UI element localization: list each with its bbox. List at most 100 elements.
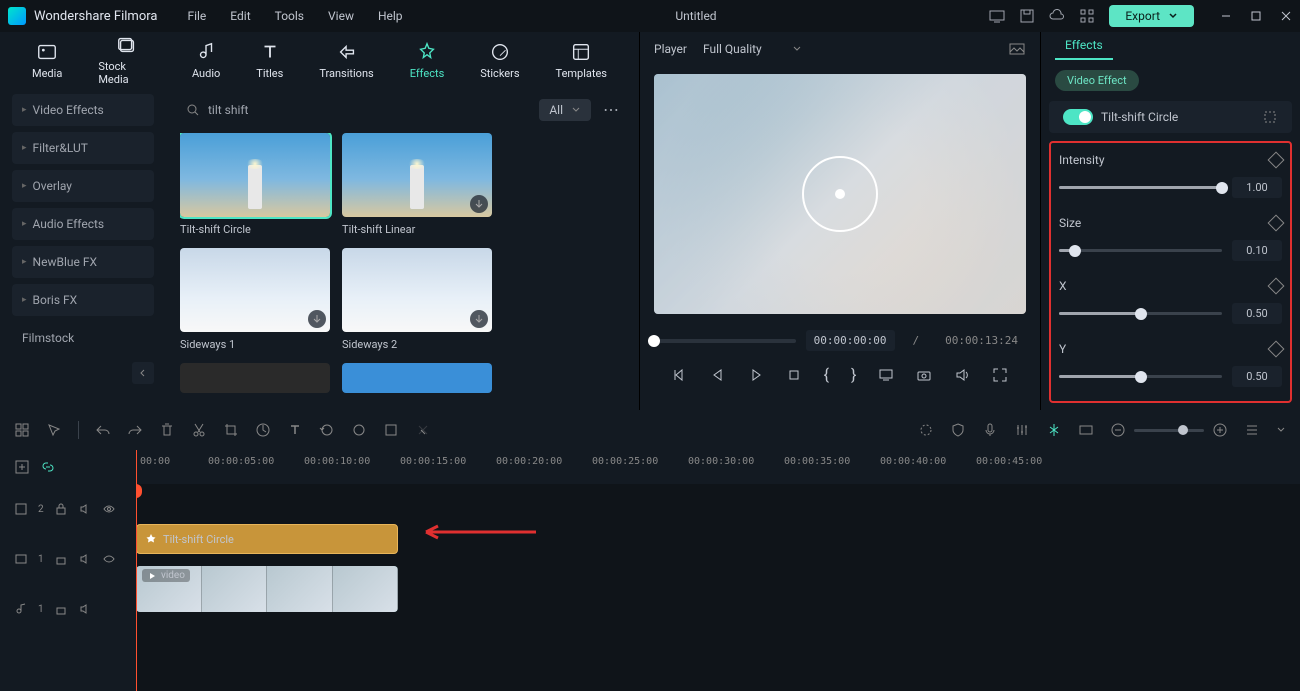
effect-tilt-shift-linear[interactable]: Tilt-shift Linear bbox=[342, 133, 492, 236]
apps-icon[interactable] bbox=[1079, 8, 1095, 24]
keyframe-x-button[interactable] bbox=[1268, 278, 1285, 295]
play-icon[interactable] bbox=[748, 367, 764, 383]
more-tools-icon[interactable] bbox=[415, 422, 431, 438]
tab-effects[interactable]: Effects bbox=[392, 41, 463, 80]
split-icon[interactable] bbox=[1046, 422, 1062, 438]
tab-templates[interactable]: Templates bbox=[538, 41, 625, 80]
effect-tilt-shift-circle[interactable]: Tilt-shift Circle bbox=[180, 133, 330, 236]
quality-dropdown[interactable]: Full Quality bbox=[703, 42, 802, 56]
size-slider[interactable] bbox=[1059, 249, 1222, 252]
close-icon[interactable] bbox=[1280, 10, 1292, 22]
rotate-icon[interactable] bbox=[319, 422, 335, 438]
preview-scrubber[interactable] bbox=[654, 339, 796, 343]
delete-icon[interactable] bbox=[159, 422, 175, 438]
y-value[interactable]: 0.50 bbox=[1232, 366, 1282, 387]
effect-sideways-1[interactable]: Sideways 1 bbox=[180, 248, 330, 351]
collapse-sidebar-button[interactable] bbox=[132, 362, 154, 384]
display-icon[interactable] bbox=[878, 367, 894, 383]
zoom-in-icon[interactable] bbox=[1212, 422, 1228, 438]
export-button[interactable]: Export bbox=[1109, 5, 1194, 27]
keyframe-intensity-button[interactable] bbox=[1268, 152, 1285, 169]
size-value[interactable]: 0.10 bbox=[1232, 240, 1282, 261]
search-input[interactable] bbox=[208, 103, 525, 117]
text-tool-icon[interactable] bbox=[287, 422, 303, 438]
lock-icon[interactable] bbox=[54, 502, 68, 516]
filter-dropdown[interactable]: All bbox=[539, 99, 591, 121]
mute-icon[interactable] bbox=[78, 502, 92, 516]
mixer-icon[interactable] bbox=[1014, 422, 1030, 438]
mute-icon[interactable] bbox=[78, 602, 92, 616]
visibility-icon[interactable] bbox=[102, 502, 116, 516]
shield-icon[interactable] bbox=[950, 422, 966, 438]
timeline-video-clip[interactable]: video bbox=[136, 566, 398, 612]
effect-extra-2[interactable] bbox=[342, 363, 492, 393]
menu-help[interactable]: Help bbox=[378, 9, 403, 23]
intensity-slider[interactable] bbox=[1059, 186, 1222, 189]
sidebar-item-audio-effects[interactable]: ▸Audio Effects bbox=[12, 208, 154, 240]
tab-media[interactable]: Media bbox=[14, 41, 80, 80]
lock-icon[interactable] bbox=[54, 602, 68, 616]
mask-icon[interactable] bbox=[383, 422, 399, 438]
select-tool-icon[interactable] bbox=[46, 422, 62, 438]
tab-audio[interactable]: Audio bbox=[174, 41, 238, 80]
effect-sideways-2[interactable]: Sideways 2 bbox=[342, 248, 492, 351]
cut-icon[interactable] bbox=[191, 422, 207, 438]
x-slider[interactable] bbox=[1059, 312, 1222, 315]
minimize-icon[interactable] bbox=[1220, 10, 1232, 22]
more-options-button[interactable]: ⋯ bbox=[599, 96, 625, 123]
zoom-out-icon[interactable] bbox=[1110, 422, 1126, 438]
tab-stickers[interactable]: Stickers bbox=[462, 41, 537, 80]
menu-tools[interactable]: Tools bbox=[275, 9, 304, 23]
sidebar-item-filter-lut[interactable]: ▸Filter&LUT bbox=[12, 132, 154, 164]
timeline-effect-clip[interactable]: Tilt-shift Circle bbox=[136, 524, 398, 554]
cloud-icon[interactable] bbox=[1049, 8, 1065, 24]
menu-view[interactable]: View bbox=[328, 9, 354, 23]
tab-stock-media[interactable]: Stock Media bbox=[80, 34, 174, 86]
y-slider[interactable] bbox=[1059, 375, 1222, 378]
tab-transitions[interactable]: Transitions bbox=[301, 41, 391, 80]
fullscreen-icon[interactable] bbox=[992, 367, 1008, 383]
sidebar-item-boris[interactable]: ▸Boris FX bbox=[12, 284, 154, 316]
dropdown-icon[interactable] bbox=[1276, 425, 1286, 435]
search-field[interactable] bbox=[180, 99, 531, 121]
effect-extra-1[interactable] bbox=[180, 363, 330, 393]
keyframe-size-button[interactable] bbox=[1268, 215, 1285, 232]
layout-icon[interactable] bbox=[14, 422, 30, 438]
lock-icon[interactable] bbox=[54, 552, 68, 566]
undo-icon[interactable] bbox=[95, 422, 111, 438]
x-value[interactable]: 0.50 bbox=[1232, 303, 1282, 324]
marker-icon[interactable] bbox=[918, 422, 934, 438]
inspector-tab-effects[interactable]: Effects bbox=[1055, 32, 1113, 60]
volume-icon[interactable] bbox=[954, 367, 970, 383]
mark-out-icon[interactable]: } bbox=[851, 365, 856, 384]
snapshot-icon[interactable] bbox=[1008, 40, 1026, 58]
sidebar-item-overlay[interactable]: ▸Overlay bbox=[12, 170, 154, 202]
redo-icon[interactable] bbox=[127, 422, 143, 438]
menu-edit[interactable]: Edit bbox=[230, 9, 250, 23]
timeline-ruler[interactable]: 00:00 00:00:05:00 00:00:10:00 00:00:15:0… bbox=[136, 450, 1300, 484]
render-icon[interactable] bbox=[1078, 422, 1094, 438]
expand-icon[interactable] bbox=[1262, 109, 1278, 125]
prev-frame-icon[interactable] bbox=[672, 367, 688, 383]
sidebar-item-video-effects[interactable]: ▸Video Effects bbox=[12, 94, 154, 126]
sidebar-item-newblue[interactable]: ▸NewBlue FX bbox=[12, 246, 154, 278]
mark-in-icon[interactable]: { bbox=[824, 365, 829, 384]
play-backward-icon[interactable] bbox=[710, 367, 726, 383]
preview-viewport[interactable] bbox=[654, 74, 1026, 314]
visibility-icon[interactable] bbox=[102, 552, 116, 566]
intensity-value[interactable]: 1.00 bbox=[1232, 177, 1282, 198]
stop-icon[interactable] bbox=[786, 367, 802, 383]
track-options-icon[interactable] bbox=[1244, 422, 1260, 438]
add-track-icon[interactable] bbox=[14, 459, 30, 475]
save-icon[interactable] bbox=[1019, 8, 1035, 24]
mute-icon[interactable] bbox=[78, 552, 92, 566]
tab-titles[interactable]: Titles bbox=[238, 41, 301, 80]
speed-icon[interactable] bbox=[255, 422, 271, 438]
playhead[interactable] bbox=[136, 450, 137, 691]
menu-file[interactable]: File bbox=[187, 9, 206, 23]
screen-icon[interactable] bbox=[989, 8, 1005, 24]
color-icon[interactable] bbox=[351, 422, 367, 438]
camera-icon[interactable] bbox=[916, 367, 932, 383]
mic-icon[interactable] bbox=[982, 422, 998, 438]
zoom-slider[interactable] bbox=[1134, 429, 1204, 432]
